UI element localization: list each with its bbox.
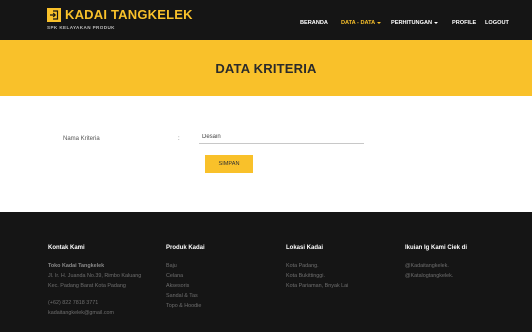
- nav-perhitungan[interactable]: PERHITUNGAN: [391, 19, 439, 27]
- footer-heading-produk: Produk Kadai: [166, 245, 205, 251]
- main-nav: BERANDA DATA - DATA PERHITUNGAN PROFILE …: [0, 19, 532, 29]
- nav-profile-label: PROFILE: [452, 20, 477, 26]
- instagram-link[interactable]: @Katalogtangkelek.: [405, 271, 467, 281]
- form-colon: :: [178, 136, 180, 142]
- simpan-button[interactable]: SIMPAN: [205, 155, 253, 173]
- footer-col-kontak: Kontak Kami Toko Kadai Tangkelek Jl. Ir.…: [48, 245, 141, 318]
- page-title: DATA KRITERIA: [215, 61, 317, 76]
- chevron-down-icon: [377, 21, 382, 24]
- footer-heading-lokasi: Lokasi Kadai: [286, 245, 324, 251]
- nav-data-data[interactable]: DATA - DATA: [341, 19, 382, 27]
- lokasi-item[interactable]: Kota Pariaman, Bnyak Lai: [286, 281, 348, 291]
- footer-heading-kontak: Kontak Kami: [48, 245, 85, 251]
- footer-heading-instagram: Ikuian Ig Kami Ciek di: [405, 245, 468, 251]
- nav-beranda-label: BERANDA: [300, 20, 328, 26]
- footer-col-produk: Produk Kadai Baju Celana Aksesoris Sanda…: [166, 245, 205, 311]
- produk-item[interactable]: Aksesoris: [166, 281, 205, 291]
- store-name: Toko Kadai Tangkelek: [48, 263, 105, 269]
- nama-kriteria-label: Nama Kriteria: [63, 136, 100, 142]
- nama-kriteria-input[interactable]: [199, 130, 364, 144]
- produk-item[interactable]: Baju: [166, 261, 205, 271]
- store-address-line2: Kec. Padang Barat Kota Padang: [48, 283, 126, 289]
- lokasi-item[interactable]: Kota Padang.: [286, 261, 348, 271]
- footer-col-instagram: Ikuian Ig Kami Ciek di @Kadaitangkelek. …: [405, 245, 467, 281]
- footer: Kontak Kami Toko Kadai Tangkelek Jl. Ir.…: [0, 212, 532, 332]
- produk-item[interactable]: Celana: [166, 271, 205, 281]
- page-header-banner: DATA KRITERIA: [0, 40, 532, 96]
- footer-col-lokasi: Lokasi Kadai Kota Padang. Kota Bukitting…: [286, 245, 348, 291]
- produk-item[interactable]: Topo & Hoodie: [166, 301, 205, 311]
- chevron-down-icon: [434, 21, 439, 24]
- store-address-line1: Jl. Ir. H. Juanda No.39, Rimbo Kaluang: [48, 273, 142, 279]
- nav-profile[interactable]: PROFILE: [452, 19, 476, 27]
- top-navbar: KADAI TANGKELEK SPK KELAYAKAN PRODUK BER…: [0, 0, 532, 40]
- nav-data-data-label: DATA - DATA: [341, 20, 376, 26]
- nav-logout[interactable]: LOGOUT: [485, 19, 509, 27]
- store-phone: (+62) 822 7818 3771: [48, 300, 99, 306]
- nav-logout-label: LOGOUT: [485, 20, 509, 26]
- lokasi-item[interactable]: Kota Bukittinggi.: [286, 271, 348, 281]
- produk-item[interactable]: Sandal & Tas: [166, 291, 205, 301]
- store-email[interactable]: kadaitangkelek@gmail.com: [48, 308, 141, 318]
- instagram-link[interactable]: @Kadaitangkelek.: [405, 261, 467, 271]
- nav-beranda[interactable]: BERANDA: [300, 19, 328, 27]
- nav-perhitungan-label: PERHITUNGAN: [391, 20, 433, 26]
